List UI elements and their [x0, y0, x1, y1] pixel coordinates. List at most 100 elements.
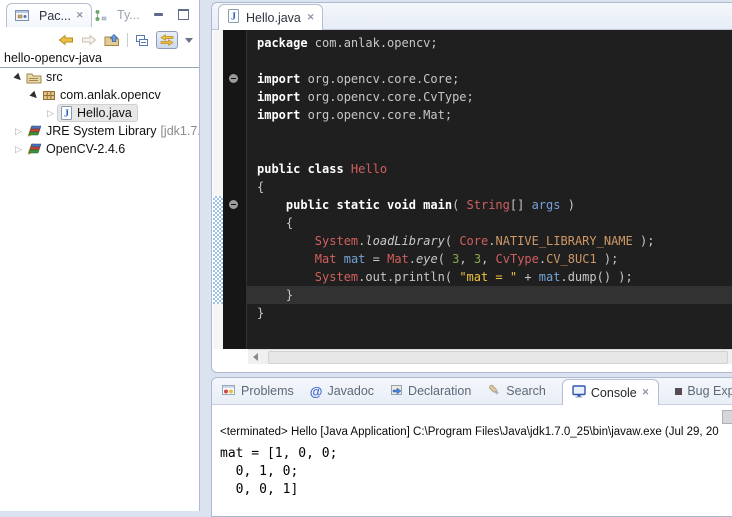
package-explorer-panel: Pac... ✕ Ty...: [0, 0, 200, 511]
code-line: Mat mat = Mat.eye( 3, 3, CvType.CV_8UC1 …: [257, 250, 732, 268]
tab-declaration[interactable]: Declaration: [390, 384, 471, 399]
scroll-left-icon[interactable]: [253, 353, 258, 361]
code-line: {: [257, 178, 732, 196]
close-icon[interactable]: ✕: [307, 13, 315, 22]
editor-tab-hello-java[interactable]: J Hello.java ✕: [218, 4, 323, 30]
scrollbar-thumb[interactable]: [268, 351, 728, 364]
package-icon: [42, 89, 56, 101]
fold-marker[interactable]: [223, 70, 246, 88]
project-tree: hello-opencv-java ▶ src ▶ com.anlak.open…: [0, 49, 199, 158]
toolbar-separator: [127, 33, 128, 47]
range-indicator: [213, 196, 223, 304]
console-output-line: mat = [1, 0, 0;: [220, 445, 732, 463]
tab-label: Problems: [241, 384, 294, 398]
package-explorer-toolbar: [58, 31, 193, 49]
tree-item-label: com.anlak.opencv: [60, 88, 161, 102]
console-output-line: 0, 1, 0;: [220, 463, 732, 481]
collapsed-arrow-icon[interactable]: ▷: [15, 145, 22, 154]
source-folder-icon: [26, 71, 42, 84]
tab-label: Search: [506, 384, 546, 398]
tab-label: Pac...: [39, 9, 71, 23]
bug-icon: [675, 388, 682, 395]
tree-item-label: JRE System Library: [46, 124, 156, 138]
tab-label: Ty...: [117, 8, 140, 22]
gutter-row: [223, 268, 246, 286]
maximize-icon[interactable]: [178, 9, 189, 20]
gutter-row: [223, 160, 246, 178]
code-line: import org.opencv.core.Mat;: [257, 106, 732, 124]
console-icon: [572, 385, 586, 401]
tab-label: Bug Explorer: [687, 384, 732, 398]
selected-tree-item[interactable]: J Hello.java: [57, 104, 138, 122]
tree-item-src[interactable]: ▶ src: [0, 68, 199, 86]
code-line-current: }: [247, 286, 732, 304]
tab-problems[interactable]: Problems: [222, 384, 294, 399]
minimize-icon[interactable]: [154, 13, 163, 16]
fold-marker[interactable]: [223, 196, 246, 214]
svg-text:J: J: [231, 12, 236, 23]
project-label: hello-opencv-java: [4, 51, 102, 65]
javadoc-icon: @: [310, 384, 323, 399]
code-line: System.out.println( "mat = " + mat.dump(…: [257, 268, 732, 286]
tree-item-label: Hello.java: [77, 106, 132, 120]
package-explorer-tab-bar: Pac... ✕ Ty...: [0, 0, 199, 28]
console-output[interactable]: mat = [1, 0, 0; 0, 1, 0; 0, 0, 1]: [212, 438, 732, 499]
horizontal-scrollbar[interactable]: [248, 349, 732, 364]
collapse-all-button[interactable]: [135, 34, 149, 47]
code-lines[interactable]: package com.anlak.opencv; import org.ope…: [247, 30, 732, 349]
tree-item-hello-java[interactable]: ▷ J Hello.java: [0, 104, 199, 122]
tab-console[interactable]: Console ✕: [562, 379, 659, 405]
chevron-down-icon: [185, 38, 193, 43]
tree-item-package[interactable]: ▶ com.anlak.opencv: [0, 86, 199, 104]
tab-search[interactable]: Search: [487, 383, 546, 399]
editor-tab-bar: J Hello.java ✕: [212, 3, 732, 30]
tab-javadoc[interactable]: @ Javadoc: [310, 384, 374, 399]
svg-text:J: J: [64, 109, 69, 120]
tree-item-project[interactable]: hello-opencv-java: [0, 49, 199, 68]
gutter-row: [223, 250, 246, 268]
tree-item-jre-library[interactable]: ▷ JRE System Library [jdk1.7.0: [0, 122, 199, 140]
expanded-arrow-icon[interactable]: ▶: [29, 89, 40, 100]
problems-icon: [222, 384, 236, 399]
jre-version-suffix: [jdk1.7.0: [160, 124, 199, 138]
tree-item-opencv-library[interactable]: ▷ OpenCV-2.4.6: [0, 140, 199, 158]
expanded-arrow-icon[interactable]: ▶: [13, 71, 24, 82]
back-button[interactable]: [58, 34, 74, 46]
gutter-row: [223, 178, 246, 196]
code-line: import org.opencv.core.CvType;: [257, 88, 732, 106]
tree-item-label: src: [46, 70, 63, 84]
collapsed-arrow-icon[interactable]: ▷: [15, 127, 22, 136]
java-file-icon: J: [227, 9, 240, 26]
library-icon: [26, 142, 42, 156]
forward-button[interactable]: [81, 34, 97, 46]
code-line: {: [257, 214, 732, 232]
code-line: public class Hello: [257, 160, 732, 178]
fold-gutter: [223, 30, 247, 349]
console-tab-bar: Problems @ Javadoc Declaration Search Co…: [212, 378, 732, 405]
tab-bug-explorer[interactable]: Bug Explorer: [675, 384, 732, 398]
type-hierarchy-icon: [94, 9, 108, 22]
code-line: public static void main( String[] args ): [257, 196, 732, 214]
collapse-fold-icon[interactable]: [229, 200, 238, 209]
vertical-ruler: [213, 30, 223, 349]
up-button[interactable]: [104, 34, 120, 47]
editor-body: package com.anlak.opencv; import org.ope…: [213, 30, 732, 349]
gutter-row: [223, 214, 246, 232]
search-icon: [487, 383, 501, 399]
close-icon[interactable]: ✕: [642, 388, 650, 397]
tab-type-hierarchy[interactable]: Ty...: [86, 3, 147, 27]
view-menu-button[interactable]: [185, 38, 193, 43]
collapsed-arrow-icon[interactable]: ▷: [47, 109, 54, 118]
gutter-row: [223, 232, 246, 250]
collapse-fold-icon[interactable]: [229, 74, 238, 83]
close-icon[interactable]: ✕: [76, 11, 84, 20]
tab-package-explorer[interactable]: Pac... ✕: [6, 3, 92, 27]
code-line: }: [257, 304, 732, 322]
tree-item-label: OpenCV-2.4.6: [46, 142, 125, 156]
console-output-line: 0, 0, 1]: [220, 481, 732, 499]
console-panel: Problems @ Javadoc Declaration Search Co…: [211, 377, 732, 517]
tab-label: Console: [591, 386, 637, 400]
link-with-editor-button[interactable]: [156, 31, 178, 49]
tab-label: Javadoc: [327, 384, 374, 398]
console-toolbar-button[interactable]: [722, 410, 732, 424]
